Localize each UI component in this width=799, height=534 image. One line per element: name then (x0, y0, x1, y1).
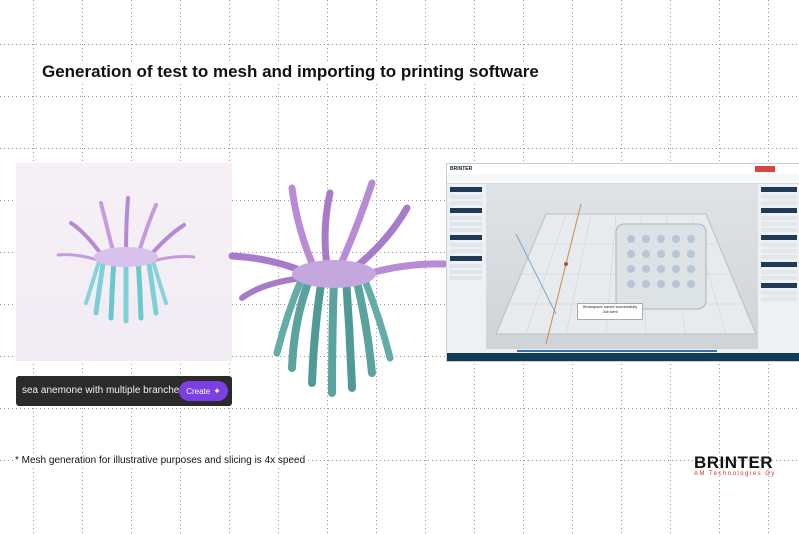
slicer-progress-bar (517, 350, 717, 352)
slicer-emergency-button[interactable] (755, 166, 775, 172)
slicer-brand: BRINTER (450, 166, 473, 172)
slicer-3d-viewport[interactable] (486, 184, 758, 349)
anemone-preview-image (56, 196, 196, 324)
slide-title: Generation of test to mesh and importing… (40, 62, 541, 82)
slicer-software-window: BRINTER Workspace saved successfully Job… (446, 163, 799, 362)
logo-tagline: AM Technologies Oy (694, 471, 776, 477)
slicer-left-panel (450, 184, 482, 354)
mesh-preview-panel (16, 163, 232, 361)
dialog-line-2: Job sent (602, 309, 618, 314)
slicer-status-bar (447, 353, 799, 361)
sparkle-icon: ✦ (213, 385, 221, 396)
footnote: * Mesh generation for illustrative purpo… (13, 455, 308, 466)
anemone-mesh-render (228, 179, 448, 397)
brinter-logo: BRINTER AM Technologies Oy (694, 453, 790, 477)
slicer-right-panel (761, 184, 797, 354)
slicer-status-dialog: Workspace saved successfully Job sent (577, 303, 643, 320)
create-button[interactable]: Create ✦ (179, 381, 228, 401)
slicer-tabs (447, 174, 799, 184)
logo-name: BRINTER (694, 453, 774, 472)
print-bed-render (495, 203, 757, 345)
create-button-label: Create (186, 386, 211, 396)
prompt-input[interactable]: sea anemone with multiple branches (22, 385, 184, 396)
